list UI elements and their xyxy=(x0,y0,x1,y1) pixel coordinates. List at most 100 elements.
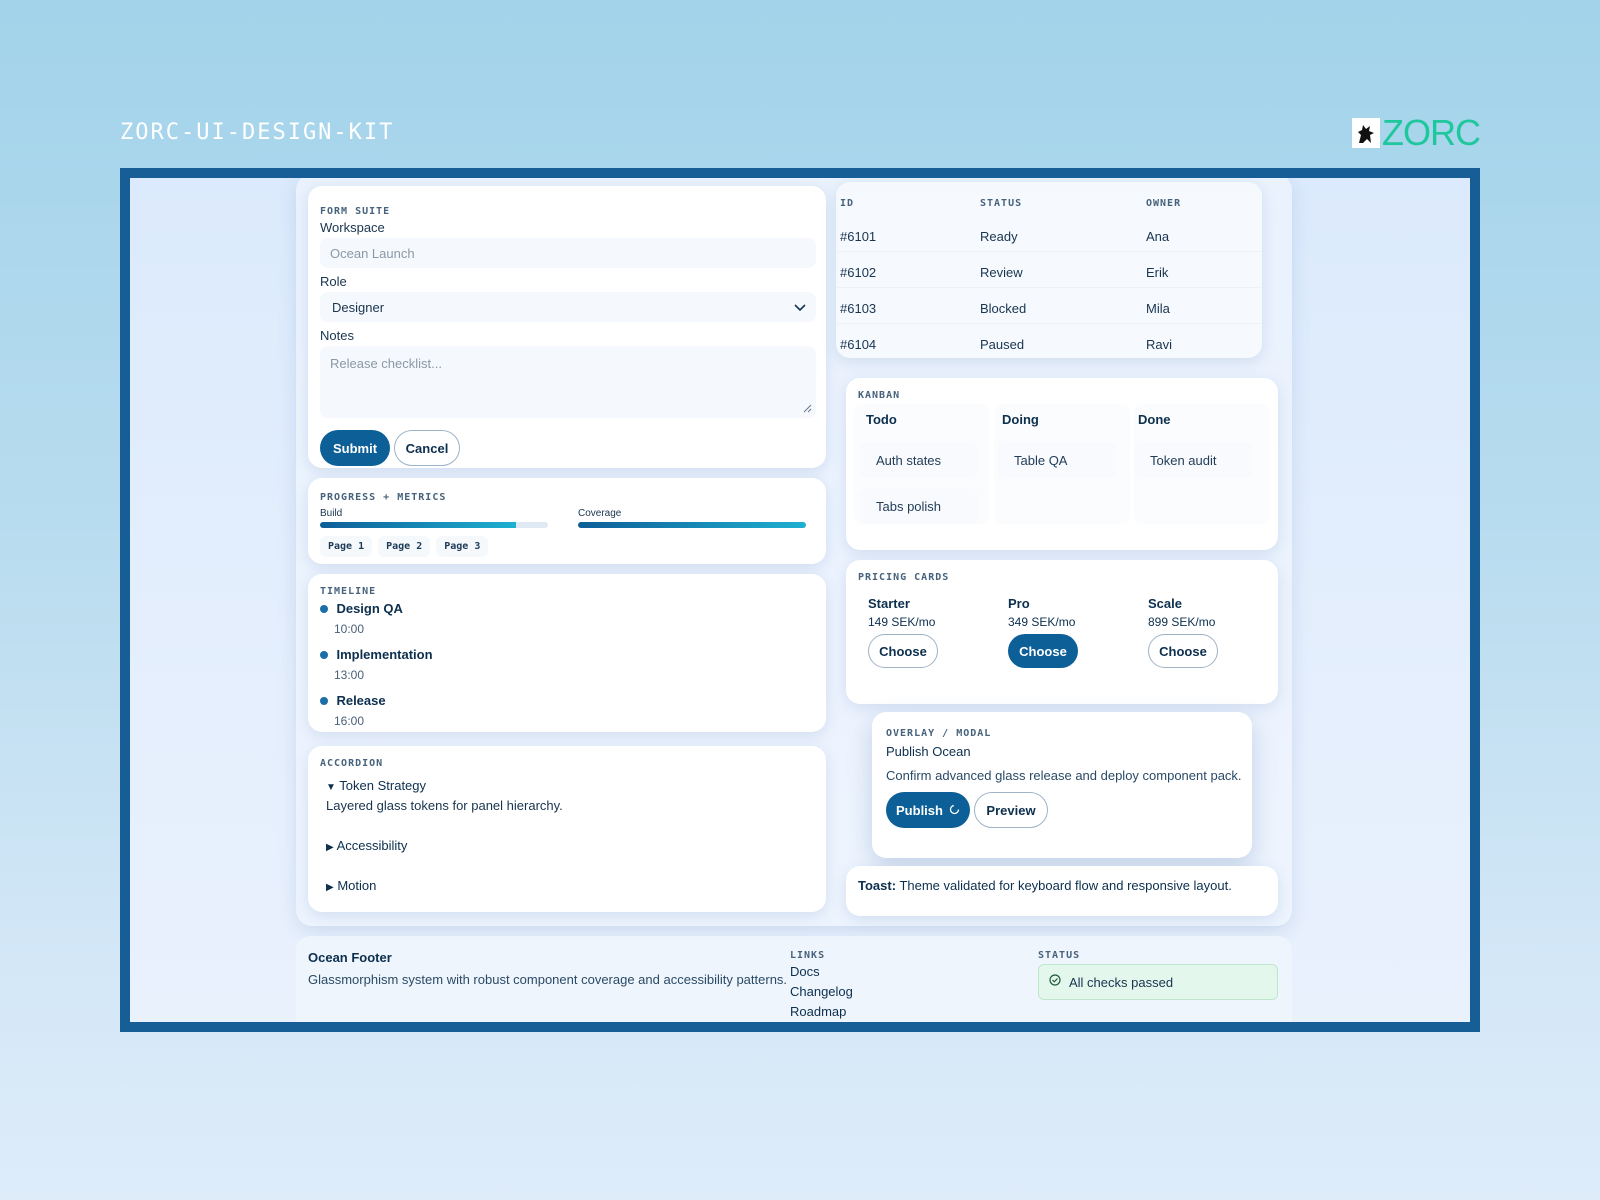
footer-status-label: STATUS xyxy=(1038,950,1081,961)
footer-link-roadmap[interactable]: Roadmap xyxy=(790,1004,846,1019)
table-header-owner: OWNER xyxy=(1146,198,1182,209)
pricing-section-label: PRICING CARDS xyxy=(858,572,950,583)
table-row[interactable]: #6102 Review Erik xyxy=(836,254,1262,288)
kanban-card-item[interactable]: Token audit xyxy=(1134,442,1252,478)
expanded-caret-icon: ▼ xyxy=(326,782,336,793)
plan-name: Starter xyxy=(868,596,910,611)
table-cell-status: Blocked xyxy=(980,301,1027,316)
kanban-card: KANBAN Todo Auth states Tabs polish Doin… xyxy=(846,378,1278,550)
toast-message: Theme validated for keyboard flow and re… xyxy=(899,878,1232,893)
plan-price: 149 SEK/mo xyxy=(868,615,936,629)
coverage-progress-bar xyxy=(578,522,806,528)
kanban-column-todo: Todo Auth states Tabs polish xyxy=(854,404,990,524)
kanban-card-item[interactable]: Table QA xyxy=(998,442,1116,478)
table-cell-owner: Ravi xyxy=(1146,337,1173,352)
preview-button[interactable]: Preview xyxy=(974,792,1048,828)
submit-button[interactable]: Submit xyxy=(320,430,390,466)
device-frame: FORM SUITE Workspace Ocean Launch Role D… xyxy=(120,168,1480,1032)
footer-link-docs[interactable]: Docs xyxy=(790,964,820,979)
footer-link-changelog[interactable]: Changelog xyxy=(790,984,853,999)
logo-text: ZORC xyxy=(1382,112,1481,153)
page-2-button[interactable]: Page 2 xyxy=(378,536,431,557)
timeline-dot-icon xyxy=(320,651,328,659)
accordion-card: ACCORDION ▼ Token Strategy Layered glass… xyxy=(308,746,826,912)
timeline-dot-icon xyxy=(320,697,328,705)
toast: Toast: Theme validated for keyboard flow… xyxy=(846,866,1278,916)
table-cell-owner: Ana xyxy=(1146,229,1170,244)
accordion-item-title: Accessibility xyxy=(336,838,408,853)
page-1-button[interactable]: Page 1 xyxy=(320,536,373,557)
table-header-id: ID xyxy=(840,198,855,209)
kit-title: ZORC-UI-DESIGN-KIT xyxy=(120,120,395,145)
page-3-button[interactable]: Page 3 xyxy=(436,536,489,557)
accordion-item-motion[interactable]: ▶ Motion xyxy=(326,878,376,893)
status-text: All checks passed xyxy=(1069,974,1174,990)
pricing-card: PRICING CARDS Starter 149 SEK/mo Choose … xyxy=(846,560,1278,704)
accordion-section-label: ACCORDION xyxy=(320,758,384,769)
build-progress-bar xyxy=(320,522,548,528)
accordion-item-token-strategy[interactable]: ▼ Token Strategy xyxy=(326,778,426,793)
plan-price: 349 SEK/mo xyxy=(1008,615,1076,629)
publish-label: Publish xyxy=(896,802,943,818)
kanban-column-done: Done Token audit xyxy=(1134,404,1270,524)
timeline-event-time: 10:00 xyxy=(334,622,365,636)
data-table-card: ID STATUS OWNER #6101 Ready Ana #6102 Re… xyxy=(836,182,1262,358)
coverage-progress-fill xyxy=(578,522,806,528)
accordion-item-title: Token Strategy xyxy=(339,778,427,793)
accordion-item-title: Motion xyxy=(337,878,377,893)
timeline-event: Release 16:00 xyxy=(320,692,386,728)
check-circle-icon xyxy=(1049,973,1061,991)
modal-body: Confirm advanced glass release and deplo… xyxy=(886,768,1242,783)
table-cell-owner: Erik xyxy=(1146,265,1169,280)
table-header-status: STATUS xyxy=(980,198,1023,209)
kanban-card-item[interactable]: Auth states xyxy=(860,442,978,478)
status-badge: All checks passed xyxy=(1038,964,1278,1000)
form-suite-card: FORM SUITE Workspace Ocean Launch Role D… xyxy=(308,186,826,468)
kanban-column-title: Doing xyxy=(1002,412,1039,427)
choose-pro-button[interactable]: Choose xyxy=(1008,634,1078,668)
kanban-column-title: Done xyxy=(1138,412,1171,427)
cancel-button[interactable]: Cancel xyxy=(394,430,460,466)
plan-starter: Starter 149 SEK/mo xyxy=(868,596,935,629)
workspace-input[interactable]: Ocean Launch xyxy=(320,238,816,268)
table-row[interactable]: #6104 Paused Ravi xyxy=(836,326,1262,360)
footer-title: Ocean Footer xyxy=(308,950,392,965)
role-select[interactable]: Designer xyxy=(320,292,816,322)
screen: FORM SUITE Workspace Ocean Launch Role D… xyxy=(130,178,1470,1022)
pagination: Page 1 Page 2 Page 3 xyxy=(320,536,489,557)
kanban-column-doing: Doing Table QA xyxy=(994,404,1130,524)
notes-textarea[interactable]: Release checklist... xyxy=(320,346,816,418)
table-row[interactable]: #6101 Ready Ana xyxy=(836,218,1262,252)
plan-pro: Pro 349 SEK/mo xyxy=(1008,596,1075,629)
spinner-icon xyxy=(949,803,960,818)
publish-button[interactable]: Publish xyxy=(886,792,970,828)
collapsed-caret-icon: ▶ xyxy=(326,842,334,853)
progress-section-label: PROGRESS + METRICS xyxy=(320,492,447,503)
choose-starter-button[interactable]: Choose xyxy=(868,634,938,668)
table-cell-id: #6101 xyxy=(840,229,877,244)
modal-title: Publish Ocean xyxy=(886,744,971,759)
footer: Ocean Footer Glassmorphism system with r… xyxy=(296,936,1292,1022)
form-section-label: FORM SUITE xyxy=(320,206,391,217)
accordion-item-body: Layered glass tokens for panel hierarchy… xyxy=(326,798,563,813)
table-cell-id: #6102 xyxy=(840,265,877,280)
table-cell-owner: Mila xyxy=(1146,301,1170,316)
timeline-event: Implementation 13:00 xyxy=(320,646,433,682)
resize-handle-icon[interactable] xyxy=(802,401,812,416)
coverage-label: Coverage xyxy=(578,508,622,519)
modal-card: OVERLAY / MODAL Publish Ocean Confirm ad… xyxy=(872,712,1252,858)
timeline-event-time: 13:00 xyxy=(334,668,365,682)
table-row[interactable]: #6103 Blocked Mila xyxy=(836,290,1262,324)
role-value: Designer xyxy=(332,299,385,315)
table-cell-status: Paused xyxy=(980,337,1025,352)
workspace-placeholder: Ocean Launch xyxy=(330,245,415,261)
plan-name: Scale xyxy=(1148,596,1182,611)
plan-price: 899 SEK/mo xyxy=(1148,615,1216,629)
timeline-dot-icon xyxy=(320,605,328,613)
accordion-item-accessibility[interactable]: ▶ Accessibility xyxy=(326,838,407,853)
timeline-event-title: Design QA xyxy=(336,601,403,616)
wolf-icon xyxy=(1352,118,1380,148)
kanban-card-item[interactable]: Tabs polish xyxy=(860,488,978,524)
choose-scale-button[interactable]: Choose xyxy=(1148,634,1218,668)
table-cell-id: #6103 xyxy=(840,301,877,316)
